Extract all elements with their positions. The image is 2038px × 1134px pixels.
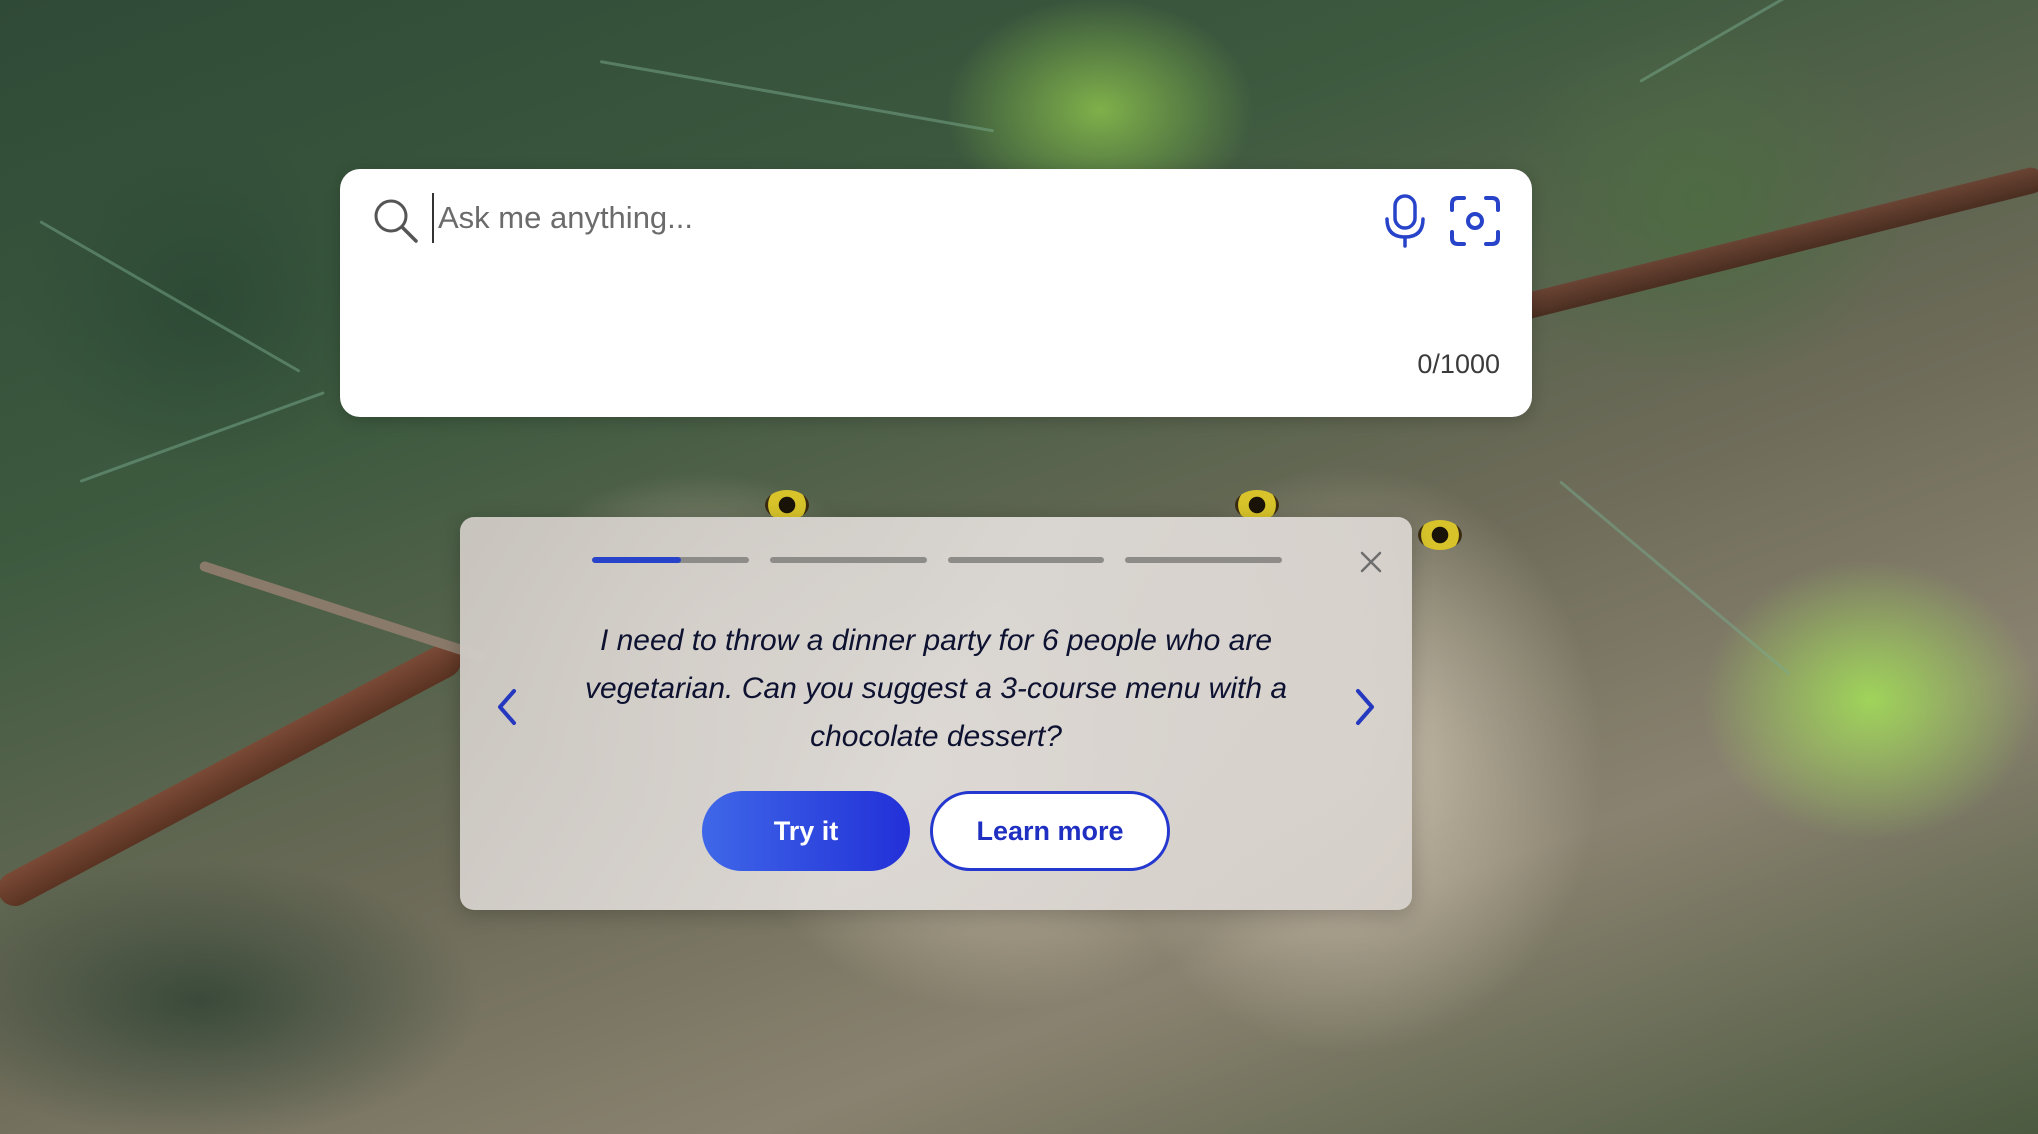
chevron-left-icon[interactable] — [486, 677, 530, 737]
progress-segment — [592, 557, 749, 563]
pine-needles — [79, 391, 325, 483]
owl-eye — [1418, 520, 1462, 550]
pine-needles — [1559, 480, 1791, 676]
progress-segment — [947, 557, 1105, 563]
try-it-button[interactable]: Try it — [702, 791, 910, 871]
search-box: 0/1000 — [340, 169, 1532, 417]
tree-branch — [1496, 164, 2038, 326]
suggestion-card: I need to throw a dinner party for 6 peo… — [460, 517, 1412, 910]
progress-segment — [769, 557, 927, 563]
character-counter: 0/1000 — [1417, 349, 1500, 379]
tree-branch — [0, 637, 468, 913]
learn-more-button[interactable]: Learn more — [930, 791, 1170, 871]
pine-needles — [1639, 0, 1936, 83]
search-icon — [374, 199, 418, 243]
microphone-icon[interactable] — [1380, 193, 1430, 249]
owl-eye — [1235, 490, 1279, 520]
chevron-right-icon[interactable] — [1342, 677, 1386, 737]
pine-needles — [39, 220, 301, 373]
carousel-progress — [592, 557, 1282, 563]
pine-needles — [599, 60, 995, 133]
owl-eye — [765, 490, 809, 520]
tree-branch — [198, 560, 487, 663]
progress-fill — [592, 557, 682, 563]
progress-segment — [1125, 557, 1282, 563]
search-input[interactable] — [432, 193, 1298, 243]
suggested-prompt: I need to throw a dinner party for 6 peo… — [584, 624, 1288, 753]
close-icon[interactable] — [1356, 547, 1386, 577]
camera-scan-icon[interactable] — [1448, 194, 1502, 248]
